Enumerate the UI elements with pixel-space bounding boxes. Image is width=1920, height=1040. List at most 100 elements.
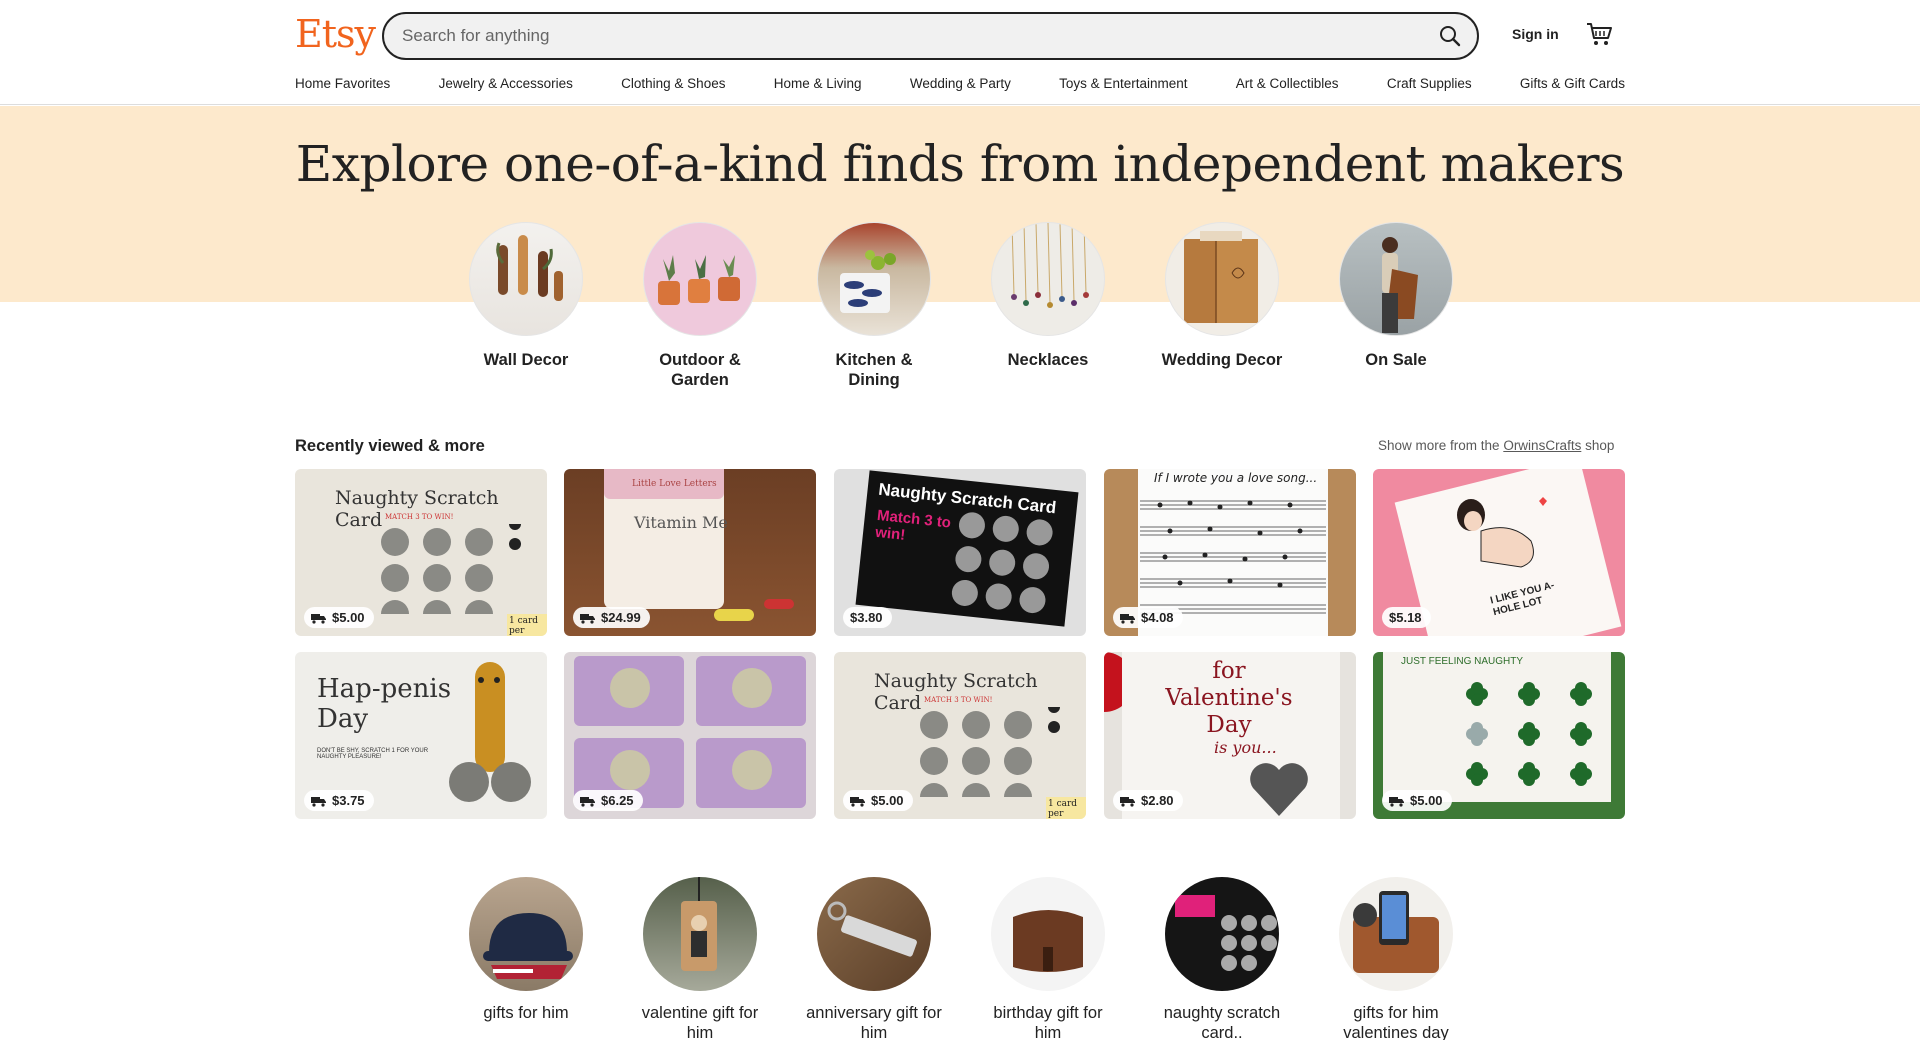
show-more-text: Show more from the OrwinsCrafts shop [1378,438,1614,453]
search-suggestion-naughty-scratch-card[interactable]: naughty scratch card.. [1152,877,1292,1040]
nav-clothing-shoes[interactable]: Clothing & Shoes [621,76,725,98]
nav-wedding-party[interactable]: Wedding & Party [910,76,1011,98]
listing-card[interactable]: If I wrote you a love song... $4.08 [1104,469,1356,636]
price-badge: $5.00 [304,607,374,628]
category-image [991,222,1105,336]
listing-image-badge: 1 card per Order [507,614,547,636]
price-badge: $3.80 [843,607,892,628]
nav-jewelry-accessories[interactable]: Jewelry & Accessories [439,76,573,98]
suggestion-label: gifts for him valentines day [1343,1004,1449,1040]
category-image [1339,222,1453,336]
listing-card[interactable]: Little Love Letters Vitamin Me $24.99 [564,469,816,636]
price: $3.75 [332,793,365,808]
listing-card[interactable]: I LIKE YOU A-HOLE LOT $5.18 [1373,469,1625,636]
listing-image-text: for Valentine's Day [1165,658,1293,738]
search-suggestion-birthday-gift-for-him[interactable]: birthday gift for him [978,877,1118,1040]
suggestion-image [991,877,1105,991]
nav-art-collectibles[interactable]: Art & Collectibles [1236,76,1339,98]
price: $24.99 [601,610,641,625]
etsy-logo[interactable]: Etsy [295,12,376,56]
category-nav: Home Favorites Jewelry & Accessories Clo… [295,76,1625,98]
listing-image-text: Vitamin Me [634,513,728,532]
suggestion-image [1339,877,1453,991]
truck-icon [850,796,865,807]
search-suggestion-gifts-for-him[interactable]: gifts for him [456,877,596,1023]
search-suggestion-gifts-for-him-valentines-day[interactable]: gifts for him valentines day [1326,877,1466,1040]
search-suggestion-anniversary-gift-for-him[interactable]: anniversary gift for him [804,877,944,1040]
price: $5.00 [332,610,365,625]
price-badge: $4.08 [1113,607,1183,628]
listing-image-badge: 1 card per Order [1046,797,1086,819]
category-label: Necklaces [1007,351,1089,369]
price-badge: $5.00 [843,790,913,811]
suggestion-image [817,877,931,991]
nav-craft-supplies[interactable]: Craft Supplies [1387,76,1472,98]
category-on-sale[interactable]: On Sale [1331,222,1461,370]
recently-viewed-title: Recently viewed & more [295,437,485,455]
price: $3.80 [850,610,883,625]
category-image [1165,222,1279,336]
price: $2.80 [1141,793,1174,808]
search-suggestion-valentine-gift-for-him[interactable]: valentine gift for him [630,877,770,1040]
sign-in-link[interactable]: Sign in [1512,26,1559,42]
nav-home-living[interactable]: Home & Living [774,76,862,98]
price-badge: $6.25 [573,790,643,811]
cart-button[interactable] [1585,20,1615,50]
category-label: Outdoor & Garden [659,351,741,389]
category-label: On Sale [1365,351,1427,369]
price: $4.08 [1141,610,1174,625]
category-necklaces[interactable]: Necklaces [983,222,1113,370]
listing-card[interactable]: Naughty Scratch Card MATCH 3 TO WIN! 1 c… [295,469,547,636]
suggestion-label: gifts for him [483,1004,569,1022]
price-badge: $24.99 [573,607,650,628]
listing-image-text: JUST FEELING NAUGHTY [1401,656,1524,667]
category-image [469,222,583,336]
category-label: Wedding Decor [1161,351,1283,369]
hero-categories: Wall Decor Outdoor & Garden Kitchen & Di… [468,222,1464,392]
price: $5.18 [1389,610,1422,625]
price-badge: $5.00 [1382,790,1452,811]
suggestion-label: valentine gift for him [641,1004,759,1040]
price-badge: $2.80 [1113,790,1183,811]
listing-image-subtext: MATCH 3 TO WIN! [385,513,454,521]
truck-icon [311,613,326,624]
category-image [643,222,757,336]
search-input[interactable] [402,14,1402,58]
suggestion-image [469,877,583,991]
category-wall-decor[interactable]: Wall Decor [461,222,591,370]
search-button[interactable] [1433,19,1467,53]
listing-card[interactable]: JUST FEELING NAUGHTY $5.00 [1373,652,1625,819]
price: $6.25 [601,793,634,808]
nav-gifts-gift-cards[interactable]: Gifts & Gift Cards [1520,76,1625,98]
category-kitchen-dining[interactable]: Kitchen & Dining [809,222,939,390]
truck-icon [1120,613,1135,624]
price-badge: $3.75 [304,790,374,811]
nav-toys-entertainment[interactable]: Toys & Entertainment [1059,76,1187,98]
listing-image-subtext: DON'T BE SHY, SCRATCH 1 FOR YOUR NAUGHTY… [317,748,429,760]
price: $5.00 [871,793,904,808]
truck-icon [311,796,326,807]
truck-icon [1389,796,1404,807]
search-bar[interactable] [382,12,1479,60]
suggestion-label: naughty scratch card.. [1163,1004,1281,1040]
price: $5.00 [1410,793,1443,808]
listing-image-subtext: MATCH 3 TO WIN! [924,696,993,704]
show-more-suffix: shop [1585,438,1615,453]
nav-home-favorites[interactable]: Home Favorites [295,76,390,98]
listing-card[interactable]: for Valentine's Day is you... $2.80 [1104,652,1356,819]
category-wedding-decor[interactable]: Wedding Decor [1157,222,1287,370]
category-outdoor-garden[interactable]: Outdoor & Garden [635,222,765,390]
listing-card[interactable]: Hap-penis Day DON'T BE SHY, SCRATCH 1 FO… [295,652,547,819]
listing-card[interactable]: Naughty Scratch Card Match 3 to win! $3.… [834,469,1086,636]
truck-icon [580,613,595,624]
suggestion-label: anniversary gift for him [806,1004,942,1040]
listing-card[interactable]: $6.25 [564,652,816,819]
suggestion-image [643,877,757,991]
shop-link[interactable]: OrwinsCrafts [1503,438,1581,453]
hero-title: Explore one-of-a-kind finds from indepen… [295,135,1625,193]
category-label: Wall Decor [483,351,569,369]
suggestion-image [1165,877,1279,991]
site-header: Etsy Sign in Home Favorites [0,0,1920,105]
listing-card[interactable]: Naughty Scratch Card MATCH 3 TO WIN! 1 c… [834,652,1086,819]
truck-icon [580,796,595,807]
